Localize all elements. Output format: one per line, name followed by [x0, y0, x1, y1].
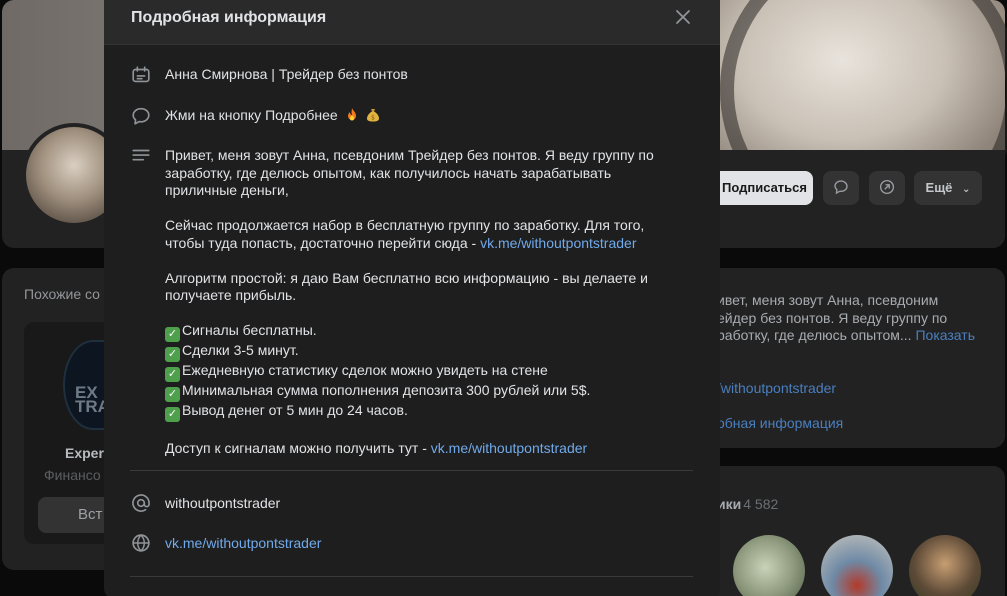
modal-title: Подробная информация	[131, 9, 327, 26]
money-bag-icon: $	[367, 109, 380, 122]
short-address: withoutpontstrader	[165, 495, 281, 511]
card-icon	[132, 66, 150, 83]
about-preview-text: ивет, меня зовут Анна, псевдоним ейдер б…	[717, 292, 948, 343]
checklist-text: Сделки 3-5 минут.	[182, 342, 299, 358]
details-link[interactable]: обная информация	[717, 415, 843, 431]
more-button[interactable]: Ещё ⌄	[914, 171, 982, 205]
checklist-item: ✓ Сигналы бесплатны.	[165, 322, 685, 342]
description-link[interactable]: vk.me/withoutpontstrader	[480, 235, 636, 251]
followers-count: 4 582	[743, 496, 779, 512]
description-paragraph: Доступ к сигналам можно получить тут - v…	[165, 440, 685, 458]
checkmark-icon: ✓	[165, 387, 180, 402]
svg-text:$: $	[372, 115, 376, 122]
message-button[interactable]	[823, 171, 859, 205]
about-website-link[interactable]: /withoutpontstrader	[717, 380, 836, 396]
text-lines-icon	[132, 149, 150, 161]
checkmark-icon: ✓	[165, 327, 180, 342]
checkmark-icon: ✓	[165, 367, 180, 382]
community-description: Привет, меня зовут Анна, псевдоним Трейд…	[165, 147, 685, 457]
checklist-item: ✓ Вывод денег от 5 мин до 24 часов.	[165, 402, 685, 422]
checklist-text: Минимальная сумма пополнения депозита 30…	[182, 382, 591, 398]
share-button[interactable]	[869, 171, 905, 205]
checklist-text: Сигналы бесплатны.	[182, 322, 317, 338]
about-preview: ивет, меня зовут Анна, псевдоним ейдер б…	[717, 292, 977, 345]
description-paragraph: Привет, меня зовут Анна, псевдоним Трейд…	[165, 147, 654, 198]
message-icon	[834, 180, 848, 195]
more-label: Ещё	[925, 180, 953, 195]
description-paragraph: Сейчас продолжается набор в бесплатную г…	[165, 217, 685, 252]
recommended-community-category: Финансо	[44, 467, 101, 483]
description-text: Доступ к сигналам можно получить тут -	[165, 439, 431, 456]
share-icon	[879, 179, 895, 195]
community-status: Жми на кнопку Подробнее $	[165, 107, 381, 125]
checkmark-icon: ✓	[165, 347, 180, 362]
followers-label: ики	[717, 496, 742, 512]
message-bubble-icon	[132, 107, 150, 125]
website-link[interactable]: vk.me/withoutpontstrader	[165, 535, 321, 553]
at-sign-icon	[132, 494, 150, 512]
chevron-down-icon: ⌄	[962, 184, 971, 195]
followers-title[interactable]: ики 4 582	[717, 496, 778, 512]
description-paragraph: Алгоритм простой: я даю Вам бесплатно вс…	[165, 269, 648, 304]
recommended-community-name[interactable]: Expert	[65, 445, 109, 461]
modal-header: Подробная информация	[104, 0, 720, 45]
divider	[130, 470, 693, 471]
checkmark-icon: ✓	[165, 407, 180, 422]
fire-icon	[347, 108, 356, 121]
similar-communities-title: Похожие со	[24, 286, 100, 302]
checklist-item: ✓ Сделки 3-5 минут.	[165, 342, 685, 362]
details-modal: Подробная информация Анна Смирнова | Тре…	[104, 0, 720, 596]
checklist-text: Ежедневную статистику сделок можно увиде…	[182, 362, 548, 378]
status-text: Жми на кнопку Подробнее	[165, 107, 338, 123]
checklist-item: ✓ Минимальная сумма пополнения депозита 3…	[165, 382, 685, 402]
globe-icon	[132, 534, 150, 552]
description-link[interactable]: vk.me/withoutpontstrader	[431, 440, 587, 456]
divider	[130, 576, 693, 577]
checklist-text: Вывод денег от 5 мин до 24 часов.	[182, 402, 408, 418]
checklist-item: ✓ Ежедневную статистику сделок можно увид…	[165, 362, 685, 382]
show-more-link[interactable]: Показать	[915, 327, 975, 343]
community-name: Анна Смирнова | Трейдер без понтов	[165, 66, 408, 82]
close-icon[interactable]	[674, 8, 692, 26]
